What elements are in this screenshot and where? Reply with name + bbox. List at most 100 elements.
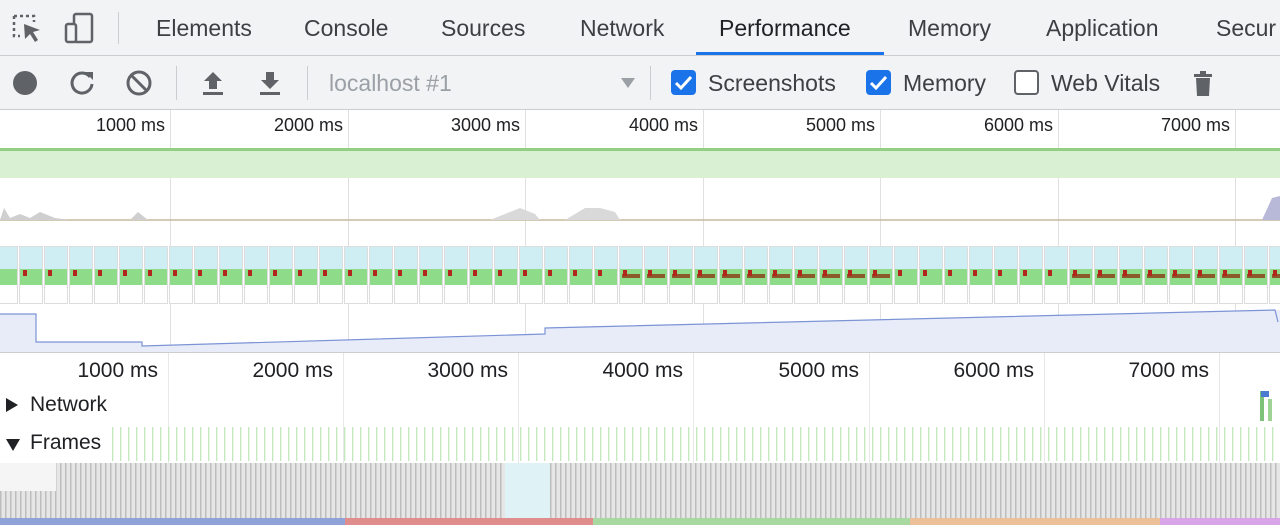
tab-bar-separator bbox=[118, 12, 119, 44]
screenshot-thumbnail bbox=[244, 246, 268, 304]
screenshot-thumbnail bbox=[1094, 246, 1118, 304]
overview-tick-label: 4000 ms bbox=[628, 115, 698, 135]
screenshot-thumbnail bbox=[969, 246, 993, 304]
overview-tick-label: 2000 ms bbox=[273, 115, 343, 135]
screenshot-thumbnail bbox=[1069, 246, 1093, 304]
web-vitals-checkbox[interactable] bbox=[1014, 70, 1039, 95]
screenshot-thumbnail bbox=[1169, 246, 1193, 304]
cpu-overview-chart bbox=[0, 196, 1280, 221]
screenshots-checkbox[interactable] bbox=[671, 70, 696, 95]
screenshot-thumbnail bbox=[144, 246, 168, 304]
screenshot-thumbnail bbox=[869, 246, 893, 304]
screenshot-thumbnail bbox=[0, 246, 18, 304]
screenshots-filmstrip bbox=[0, 246, 1280, 308]
network-track-label: Network bbox=[30, 393, 108, 416]
details-tick-label: 5000 ms bbox=[778, 359, 859, 382]
overview-tick-label: 7000 ms bbox=[1160, 115, 1230, 135]
fps-overview-band bbox=[0, 148, 1280, 178]
toolbar-separator bbox=[176, 66, 177, 100]
screenshot-thumbnail bbox=[494, 246, 518, 304]
screenshot-thumbnail bbox=[294, 246, 318, 304]
details-tick-label: 6000 ms bbox=[953, 359, 1034, 382]
screenshot-thumbnail bbox=[1269, 246, 1280, 304]
active-tab-indicator bbox=[696, 52, 884, 55]
web-vitals-label: Web Vitals bbox=[1051, 70, 1161, 96]
record-icon[interactable] bbox=[10, 68, 40, 98]
upload-icon[interactable] bbox=[198, 68, 228, 98]
tab-elements[interactable]: Elements bbox=[156, 0, 252, 56]
screenshot-thumbnail bbox=[669, 246, 693, 304]
tab-console[interactable]: Console bbox=[304, 0, 388, 56]
screenshot-thumbnail bbox=[1244, 246, 1268, 304]
devtools-tab-bar: Elements Console Sources Network Perform… bbox=[0, 0, 1280, 56]
screenshot-thumbnail bbox=[219, 246, 243, 304]
screenshot-thumbnail bbox=[544, 246, 568, 304]
tab-network[interactable]: Network bbox=[580, 0, 664, 56]
tab-memory[interactable]: Memory bbox=[908, 0, 991, 56]
screenshot-thumbnail bbox=[619, 246, 643, 304]
network-track[interactable]: Network bbox=[0, 387, 1280, 423]
screenshot-thumbnail bbox=[694, 246, 718, 304]
tab-performance[interactable]: Performance bbox=[719, 0, 851, 56]
screenshot-thumbnail bbox=[319, 246, 343, 304]
trash-icon[interactable] bbox=[1188, 68, 1218, 98]
main-thread-frames bbox=[0, 463, 1280, 519]
timeline-details[interactable]: 1000 ms 2000 ms 3000 ms 4000 ms 5000 ms … bbox=[0, 352, 1280, 525]
screenshot-thumbnail bbox=[344, 246, 368, 304]
screenshot-thumbnail bbox=[644, 246, 668, 304]
screenshot-thumbnail bbox=[1019, 246, 1043, 304]
screenshot-thumbnail bbox=[69, 246, 93, 304]
screenshot-thumbnail bbox=[894, 246, 918, 304]
screenshot-thumbnail bbox=[1044, 246, 1068, 304]
summary-color-segment bbox=[593, 518, 910, 525]
overview-tick-label: 6000 ms bbox=[983, 115, 1053, 135]
screenshot-thumbnail bbox=[819, 246, 843, 304]
screenshot-thumbnail bbox=[719, 246, 743, 304]
screenshot-thumbnail bbox=[194, 246, 218, 304]
screenshot-thumbnail bbox=[169, 246, 193, 304]
expand-triangle-icon[interactable] bbox=[6, 398, 18, 412]
screenshot-thumbnail bbox=[519, 246, 543, 304]
chevron-down-icon[interactable] bbox=[620, 75, 636, 91]
screenshot-thumbnail bbox=[594, 246, 618, 304]
clear-icon[interactable] bbox=[124, 68, 154, 98]
screenshot-thumbnail bbox=[1144, 246, 1168, 304]
screenshot-thumbnail bbox=[744, 246, 768, 304]
inspect-element-icon[interactable] bbox=[10, 10, 44, 46]
screenshot-thumbnail bbox=[769, 246, 793, 304]
download-icon[interactable] bbox=[255, 68, 285, 98]
summary-color-segment bbox=[910, 518, 1160, 525]
details-tick-label: 7000 ms bbox=[1128, 359, 1209, 382]
screenshot-thumbnail bbox=[919, 246, 943, 304]
toolbar-separator bbox=[650, 66, 651, 100]
timeline-overview[interactable]: 1000 ms 2000 ms 3000 ms 4000 ms 5000 ms … bbox=[0, 110, 1280, 352]
overview-tick-label: 1000 ms bbox=[95, 115, 165, 135]
screenshot-thumbnail bbox=[444, 246, 468, 304]
screenshot-thumbnail bbox=[19, 246, 43, 304]
reload-record-icon[interactable] bbox=[67, 68, 97, 98]
profile-select[interactable]: localhost #1 bbox=[329, 56, 452, 110]
summary-color-segment bbox=[0, 518, 345, 525]
screenshot-thumbnail bbox=[1119, 246, 1143, 304]
screenshot-thumbnail bbox=[844, 246, 868, 304]
tab-security[interactable]: Secur bbox=[1216, 0, 1276, 56]
screenshot-thumbnail bbox=[1219, 246, 1243, 304]
summary-color-segment bbox=[1160, 518, 1280, 525]
screenshot-thumbnail bbox=[94, 246, 118, 304]
screenshot-thumbnail bbox=[469, 246, 493, 304]
device-toolbar-icon[interactable] bbox=[62, 10, 96, 46]
tab-application[interactable]: Application bbox=[1046, 0, 1159, 56]
details-tick-label: 2000 ms bbox=[252, 359, 333, 382]
memory-checkbox[interactable] bbox=[866, 70, 891, 95]
summary-color-segment bbox=[345, 518, 593, 525]
screenshot-thumbnail bbox=[569, 246, 593, 304]
screenshot-thumbnail bbox=[419, 246, 443, 304]
network-request-marks bbox=[1260, 391, 1272, 421]
screenshot-thumbnail bbox=[44, 246, 68, 304]
tab-sources[interactable]: Sources bbox=[441, 0, 525, 56]
screenshot-thumbnail bbox=[794, 246, 818, 304]
screenshots-label: Screenshots bbox=[708, 70, 836, 96]
screenshot-thumbnail bbox=[269, 246, 293, 304]
overview-tick-label: 3000 ms bbox=[450, 115, 520, 135]
screenshot-thumbnail bbox=[369, 246, 393, 304]
